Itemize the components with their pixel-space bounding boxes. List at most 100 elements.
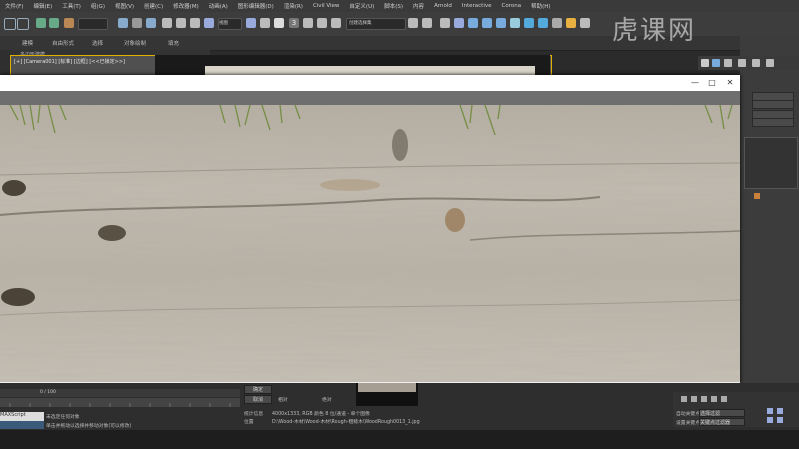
scene-explorer-icon[interactable]	[454, 18, 464, 28]
ribbon-tab-object-paint[interactable]: 对象绘制	[124, 39, 146, 47]
link-icon[interactable]	[36, 18, 46, 28]
redo-icon[interactable]	[17, 18, 29, 30]
prev-frame-icon[interactable]	[691, 396, 697, 402]
image-viewer-window[interactable]: — □ ✕	[0, 75, 740, 383]
menu-item-2[interactable]: 工具(T)	[57, 2, 86, 10]
modifier-stack[interactable]	[744, 137, 798, 189]
image-thumbnail[interactable]	[358, 383, 416, 392]
place-icon[interactable]	[204, 18, 214, 28]
viewport-label[interactable]: [+] [Camera001] [标准] [边框] [<<已锁定>>]	[14, 58, 125, 65]
frame-counter: 0 / 100	[40, 390, 56, 395]
radio-absolute[interactable]: 绝对	[322, 396, 332, 403]
menu-item-6[interactable]: 修改器(M)	[168, 2, 204, 10]
time-slider[interactable]: 0 / 100	[0, 389, 240, 397]
pivot-icon[interactable]	[246, 18, 256, 28]
menu-item-16[interactable]: Corona	[497, 3, 527, 9]
menu-item-11[interactable]: 自定义(U)	[344, 2, 379, 10]
render-production-icon[interactable]	[552, 18, 562, 28]
close-button[interactable]: ✕	[723, 77, 737, 89]
motion-tab-icon[interactable]	[738, 59, 746, 67]
command-panel	[740, 36, 799, 386]
menu-item-3[interactable]: 组(G)	[86, 2, 110, 10]
go-start-icon[interactable]	[681, 396, 687, 402]
maxscript-listener[interactable]: MAXScript	[0, 412, 44, 421]
radio-relative[interactable]: 相对	[278, 396, 288, 403]
key-filter-dropdown[interactable]: 关键点过滤器	[699, 418, 745, 426]
move-icon[interactable]	[162, 18, 172, 28]
align-icon[interactable]	[422, 18, 432, 28]
select-by-name-icon[interactable]	[132, 18, 142, 28]
utilities-tab-icon[interactable]	[766, 59, 774, 67]
menu-item-5[interactable]: 创建(C)	[139, 2, 168, 10]
menu-item-0[interactable]: 文件(F)	[0, 2, 28, 10]
menu-item-14[interactable]: Arnold	[429, 3, 457, 9]
create-tab-icon[interactable]	[701, 59, 709, 67]
menu-item-7[interactable]: 动画(A)	[204, 2, 233, 10]
track-bar[interactable]	[0, 398, 240, 407]
maximize-button[interactable]: □	[705, 77, 719, 89]
orbit-icon[interactable]	[777, 417, 783, 423]
rect-select-icon[interactable]	[146, 18, 156, 28]
ribbon-tab-modeling[interactable]: 建模	[22, 39, 33, 47]
display-tab-icon[interactable]	[752, 59, 760, 67]
menu-item-13[interactable]: 内容	[408, 2, 429, 10]
angle-snap-icon[interactable]	[303, 18, 313, 28]
curve-editor-icon[interactable]	[468, 18, 478, 28]
pin-stack-icon[interactable]	[754, 193, 760, 199]
keyboard-shortcut-icon[interactable]	[274, 18, 284, 28]
ok-button[interactable]: 确定	[244, 385, 272, 394]
zoom-all-icon[interactable]	[777, 408, 783, 414]
extra-tool-icon[interactable]	[580, 18, 590, 28]
schematic-view-icon[interactable]	[482, 18, 492, 28]
maxscript-input[interactable]	[0, 421, 44, 429]
next-frame-icon[interactable]	[711, 396, 717, 402]
hierarchy-tab-icon[interactable]	[724, 59, 732, 67]
zoom-icon[interactable]	[767, 408, 773, 414]
scale-icon[interactable]	[190, 18, 200, 28]
render-active-icon[interactable]	[566, 18, 576, 28]
menu-item-8[interactable]: 图形编辑器(D)	[233, 2, 279, 10]
animation-controls: 自动关键点 设置关键点 选择过滤 关键点过滤器	[673, 392, 799, 427]
ribbon-tab-selection[interactable]: 选择	[92, 39, 103, 47]
pan-icon[interactable]	[767, 417, 773, 423]
filter-dropdown[interactable]	[78, 18, 108, 30]
selection-set-dropdown[interactable]: 创建选择集	[346, 18, 406, 30]
menu-item-12[interactable]: 脚本(S)	[379, 2, 408, 10]
snap-toggle-icon[interactable]: 3	[289, 18, 299, 28]
spinner-snap-icon[interactable]	[331, 18, 341, 28]
mirror-icon[interactable]	[408, 18, 418, 28]
menu-item-9[interactable]: 渲染(R)	[279, 2, 308, 10]
ribbon-tab-populate[interactable]: 填充	[168, 39, 179, 47]
percent-snap-icon[interactable]	[317, 18, 327, 28]
undo-icon[interactable]	[4, 18, 16, 30]
menu-item-1[interactable]: 编辑(E)	[28, 2, 57, 10]
render-icon[interactable]	[538, 18, 548, 28]
watermark-text: 虎课网	[612, 16, 697, 46]
panel-button-2[interactable]	[752, 100, 794, 109]
material-editor-icon[interactable]	[496, 18, 506, 28]
ribbon-tab-freeform[interactable]: 自由形式	[52, 39, 74, 47]
minimize-button[interactable]: —	[688, 77, 702, 89]
layer-icon[interactable]	[440, 18, 450, 28]
window-titlebar[interactable]: — □ ✕	[0, 75, 740, 91]
menu-item-15[interactable]: Interactive	[457, 3, 497, 9]
auto-key-label[interactable]: 自动关键点	[676, 410, 700, 417]
cancel-button[interactable]: 取消	[244, 395, 272, 404]
view-dropdown[interactable]: 视图	[218, 18, 242, 30]
unlink-icon[interactable]	[49, 18, 59, 28]
selection-filter-dropdown[interactable]: 选择过滤	[699, 409, 745, 417]
panel-button-4[interactable]	[752, 118, 794, 127]
render-setup-icon[interactable]	[510, 18, 520, 28]
bind-spacewarp-icon[interactable]	[64, 18, 74, 28]
rotate-icon[interactable]	[176, 18, 186, 28]
menu-item-10[interactable]: Civil View	[308, 3, 344, 9]
go-end-icon[interactable]	[721, 396, 727, 402]
modify-tab-icon[interactable]	[712, 59, 720, 67]
play-icon[interactable]	[701, 396, 707, 402]
manipulate-icon[interactable]	[260, 18, 270, 28]
set-key-label[interactable]: 设置关键点	[676, 419, 700, 426]
select-icon[interactable]	[118, 18, 128, 28]
menu-item-4[interactable]: 视图(V)	[110, 2, 139, 10]
render-frame-icon[interactable]	[524, 18, 534, 28]
menu-item-17[interactable]: 帮助(H)	[526, 2, 555, 10]
